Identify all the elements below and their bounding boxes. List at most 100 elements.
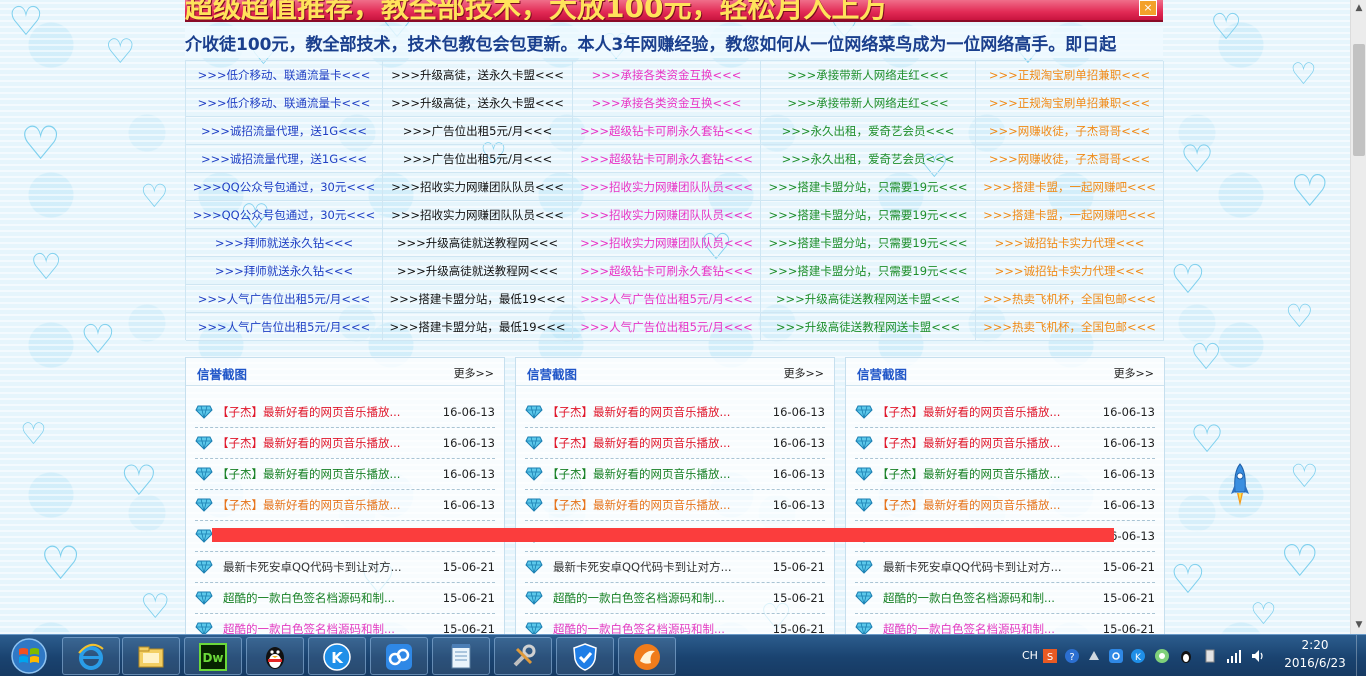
ad-link[interactable]: >>>承接各类资金互换<<< <box>573 89 761 117</box>
ad-link[interactable]: >>>拜师就送永久钻<<< <box>186 257 383 285</box>
panel-item-title[interactable]: 最新卡死安卓QQ代码卡到让对方... <box>217 559 431 575</box>
ad-link[interactable]: >>>承接各类资金互换<<< <box>573 61 761 89</box>
panel-list-item[interactable]: 【子杰】最新好看的网页音乐播放... 16-06-13 <box>195 490 495 521</box>
panel-item-title[interactable]: 【子杰】最新好看的网页音乐播放... <box>217 466 431 482</box>
ad-link[interactable]: >>>招收实力网赚团队队员<<< <box>383 201 573 229</box>
more-link[interactable]: 更多>> <box>784 365 824 381</box>
ad-link[interactable]: >>>招收实力网赚团队队员<<< <box>573 201 761 229</box>
help-icon[interactable]: ? <box>1064 648 1080 664</box>
clock-date[interactable]: 2016/6/23 <box>1280 656 1350 670</box>
ad-link[interactable]: >>>网赚收徒，子杰哥哥<<< <box>976 145 1164 173</box>
browser-fox-icon[interactable] <box>618 637 676 675</box>
panel-item-title[interactable]: 【子杰】最新好看的网页音乐播放... <box>877 404 1091 420</box>
ad-link[interactable]: >>>升级高徒送教程网送卡盟<<< <box>761 313 976 341</box>
panel-item-title[interactable]: 【子杰】最新好看的网页音乐播放... <box>217 404 431 420</box>
ad-link[interactable]: >>>广告位出租5元/月<<< <box>383 117 573 145</box>
ime-settings-icon[interactable] <box>1086 648 1102 664</box>
panel-list-item[interactable]: 【子杰】最新好看的网页音乐播放... 16-06-13 <box>525 428 825 459</box>
volume-icon[interactable] <box>1250 648 1266 664</box>
ad-link[interactable]: >>>低介移动、联通流量卡<<< <box>186 89 383 117</box>
panel-list-item[interactable]: 【子杰】最新好看的网页音乐播放... 16-06-13 <box>195 397 495 428</box>
panel-list-item[interactable]: 超酷的一款白色签名档源码和制... 15-06-21 <box>855 583 1155 614</box>
scroll-down-arrow-icon[interactable]: ▼ <box>1351 617 1366 634</box>
tools-icon[interactable] <box>494 637 552 675</box>
panel-list-item[interactable]: 【子杰】最新好看的网页音乐播放... 16-06-13 <box>525 490 825 521</box>
panel-item-title[interactable]: 【子杰】最新好看的网页音乐播放... <box>217 435 431 451</box>
panel-list-item[interactable]: 【子杰】最新好看的网页音乐播放... 16-06-13 <box>855 490 1155 521</box>
ad-link[interactable]: >>>超级钻卡可刷永久套钻<<< <box>573 145 761 173</box>
input-language-indicator[interactable]: CH <box>1022 649 1038 662</box>
windows-logo-icon[interactable] <box>2 636 56 676</box>
usb-device-icon[interactable] <box>1202 648 1218 664</box>
panel-item-title[interactable]: 最新卡死安卓QQ代码卡到让对方... <box>547 559 761 575</box>
more-link[interactable]: 更多>> <box>454 365 494 381</box>
panel-item-title[interactable]: 【子杰】最新好看的网页音乐播放... <box>877 435 1091 451</box>
kugou-music-icon[interactable]: K <box>308 637 366 675</box>
ad-link[interactable]: >>>升级高徒，送永久卡盟<<< <box>383 89 573 117</box>
ad-link[interactable]: >>>升级高徒就送教程网<<< <box>383 229 573 257</box>
dreamweaver-icon[interactable]: Dw <box>184 637 242 675</box>
network-app-icon[interactable] <box>1108 648 1124 664</box>
vertical-scrollbar[interactable]: ▲ ▼ <box>1350 0 1366 634</box>
ad-link[interactable]: >>>升级高徒送教程网送卡盟<<< <box>761 285 976 313</box>
panel-item-title[interactable]: 【子杰】最新好看的网页音乐播放... <box>547 435 761 451</box>
notepad-icon[interactable] <box>432 637 490 675</box>
scroll-up-arrow-icon[interactable]: ▲ <box>1351 0 1366 17</box>
panel-item-title[interactable]: 【子杰】最新好看的网页音乐播放... <box>547 404 761 420</box>
ad-link[interactable]: >>>低介移动、联通流量卡<<< <box>186 61 383 89</box>
ad-link[interactable]: >>>搭建卡盟分站，只需要19元<<< <box>761 229 976 257</box>
ad-link[interactable]: >>>永久出租，爱奇艺会员<<< <box>761 117 976 145</box>
panel-list-item[interactable]: 【子杰】最新好看的网页音乐播放... 16-06-13 <box>525 459 825 490</box>
ad-link[interactable]: >>>永久出租，爱奇艺会员<<< <box>761 145 976 173</box>
ad-link[interactable]: >>>拜师就送永久钻<<< <box>186 229 383 257</box>
ad-link[interactable]: >>>招收实力网赚团队队员<<< <box>573 173 761 201</box>
panel-item-title[interactable]: 最新卡死安卓QQ代码卡到让对方... <box>877 559 1091 575</box>
panel-item-title[interactable]: 超酷的一款白色签名档源码和制... <box>547 590 761 606</box>
banner-close-button[interactable]: × <box>1139 0 1157 16</box>
360-tray-icon[interactable] <box>1154 648 1170 664</box>
ad-link[interactable]: >>>搭建卡盟分站，只需要19元<<< <box>761 257 976 285</box>
ad-link[interactable]: >>>诚招流量代理，送1G<<< <box>186 117 383 145</box>
panel-list-item[interactable]: 【子杰】最新好看的网页音乐播放... 16-06-13 <box>855 397 1155 428</box>
ad-link[interactable]: >>>搭建卡盟分站，最低19<<< <box>383 285 573 313</box>
ad-link[interactable]: >>>搭建卡盟分站，只需要19元<<< <box>761 173 976 201</box>
top-banner-ad[interactable]: 超级超值推荐，教全部技术，大放100元，轻松月入上万 × <box>185 0 1163 22</box>
signal-strength-icon[interactable] <box>1226 648 1242 664</box>
ad-link[interactable]: >>>广告位出租5元/月<<< <box>383 145 573 173</box>
panel-item-title[interactable]: 【子杰】最新好看的网页音乐播放... <box>217 497 431 513</box>
show-desktop-button[interactable] <box>1356 635 1366 676</box>
panel-list-item[interactable]: 超酷的一款白色签名档源码和制... 15-06-21 <box>525 583 825 614</box>
panel-list-item[interactable]: 【子杰】最新好看的网页音乐播放... 16-06-13 <box>195 428 495 459</box>
panel-item-title[interactable]: 【子杰】最新好看的网页音乐播放... <box>877 497 1091 513</box>
ad-link[interactable]: >>>诚招钻卡实力代理<<< <box>976 229 1164 257</box>
clock-time[interactable]: 2:20 <box>1290 638 1340 652</box>
ad-link[interactable]: >>>QQ公众号包通过，30元<<< <box>186 173 383 201</box>
panel-list-item[interactable]: 【子杰】最新好看的网页音乐播放... 16-06-13 <box>525 397 825 428</box>
ad-link[interactable]: >>>热卖飞机杯，全国包邮<<< <box>976 285 1164 313</box>
panel-item-title[interactable]: 【子杰】最新好看的网页音乐播放... <box>547 497 761 513</box>
ad-link[interactable]: >>>诚招钻卡实力代理<<< <box>976 257 1164 285</box>
ad-link[interactable]: >>>人气广告位出租5元/月<<< <box>573 285 761 313</box>
ad-link[interactable]: >>>承接带新人网络走红<<< <box>761 89 976 117</box>
panel-list-item[interactable]: 【子杰】最新好看的网页音乐播放... 16-06-13 <box>855 428 1155 459</box>
ad-link[interactable]: >>>搭建卡盟，一起网赚吧<<< <box>976 173 1164 201</box>
ad-link[interactable]: >>>人气广告位出租5元/月<<< <box>186 285 383 313</box>
ad-link[interactable]: >>>人气广告位出租5元/月<<< <box>186 313 383 341</box>
security-shield-icon[interactable] <box>556 637 614 675</box>
ad-link[interactable]: >>>诚招流量代理，送1G<<< <box>186 145 383 173</box>
sogou-ime-icon[interactable]: S <box>1042 648 1058 664</box>
panel-item-title[interactable]: 超酷的一款白色签名档源码和制... <box>217 590 431 606</box>
panel-item-title[interactable]: 【子杰】最新好看的网页音乐播放... <box>877 466 1091 482</box>
ad-link[interactable]: >>>搭建卡盟分站，最低19<<< <box>383 313 573 341</box>
ad-link[interactable]: >>>正规淘宝刷单招兼职<<< <box>976 61 1164 89</box>
ad-link[interactable]: >>>搭建卡盟分站，只需要19元<<< <box>761 201 976 229</box>
ad-link[interactable]: >>>招收实力网赚团队队员<<< <box>383 173 573 201</box>
file-explorer-icon[interactable] <box>122 637 180 675</box>
ad-link[interactable]: >>>承接带新人网络走红<<< <box>761 61 976 89</box>
panel-list-item[interactable]: 【子杰】最新好看的网页音乐播放... 16-06-13 <box>195 459 495 490</box>
panel-list-item[interactable]: 超酷的一款白色签名档源码和制... 15-06-21 <box>195 583 495 614</box>
ad-link[interactable]: >>>超级钻卡可刷永久套钻<<< <box>573 257 761 285</box>
panel-list-item[interactable]: 最新卡死安卓QQ代码卡到让对方... 15-06-21 <box>195 552 495 583</box>
ad-link[interactable]: >>>升级高徒就送教程网<<< <box>383 257 573 285</box>
ie-icon[interactable] <box>62 637 120 675</box>
